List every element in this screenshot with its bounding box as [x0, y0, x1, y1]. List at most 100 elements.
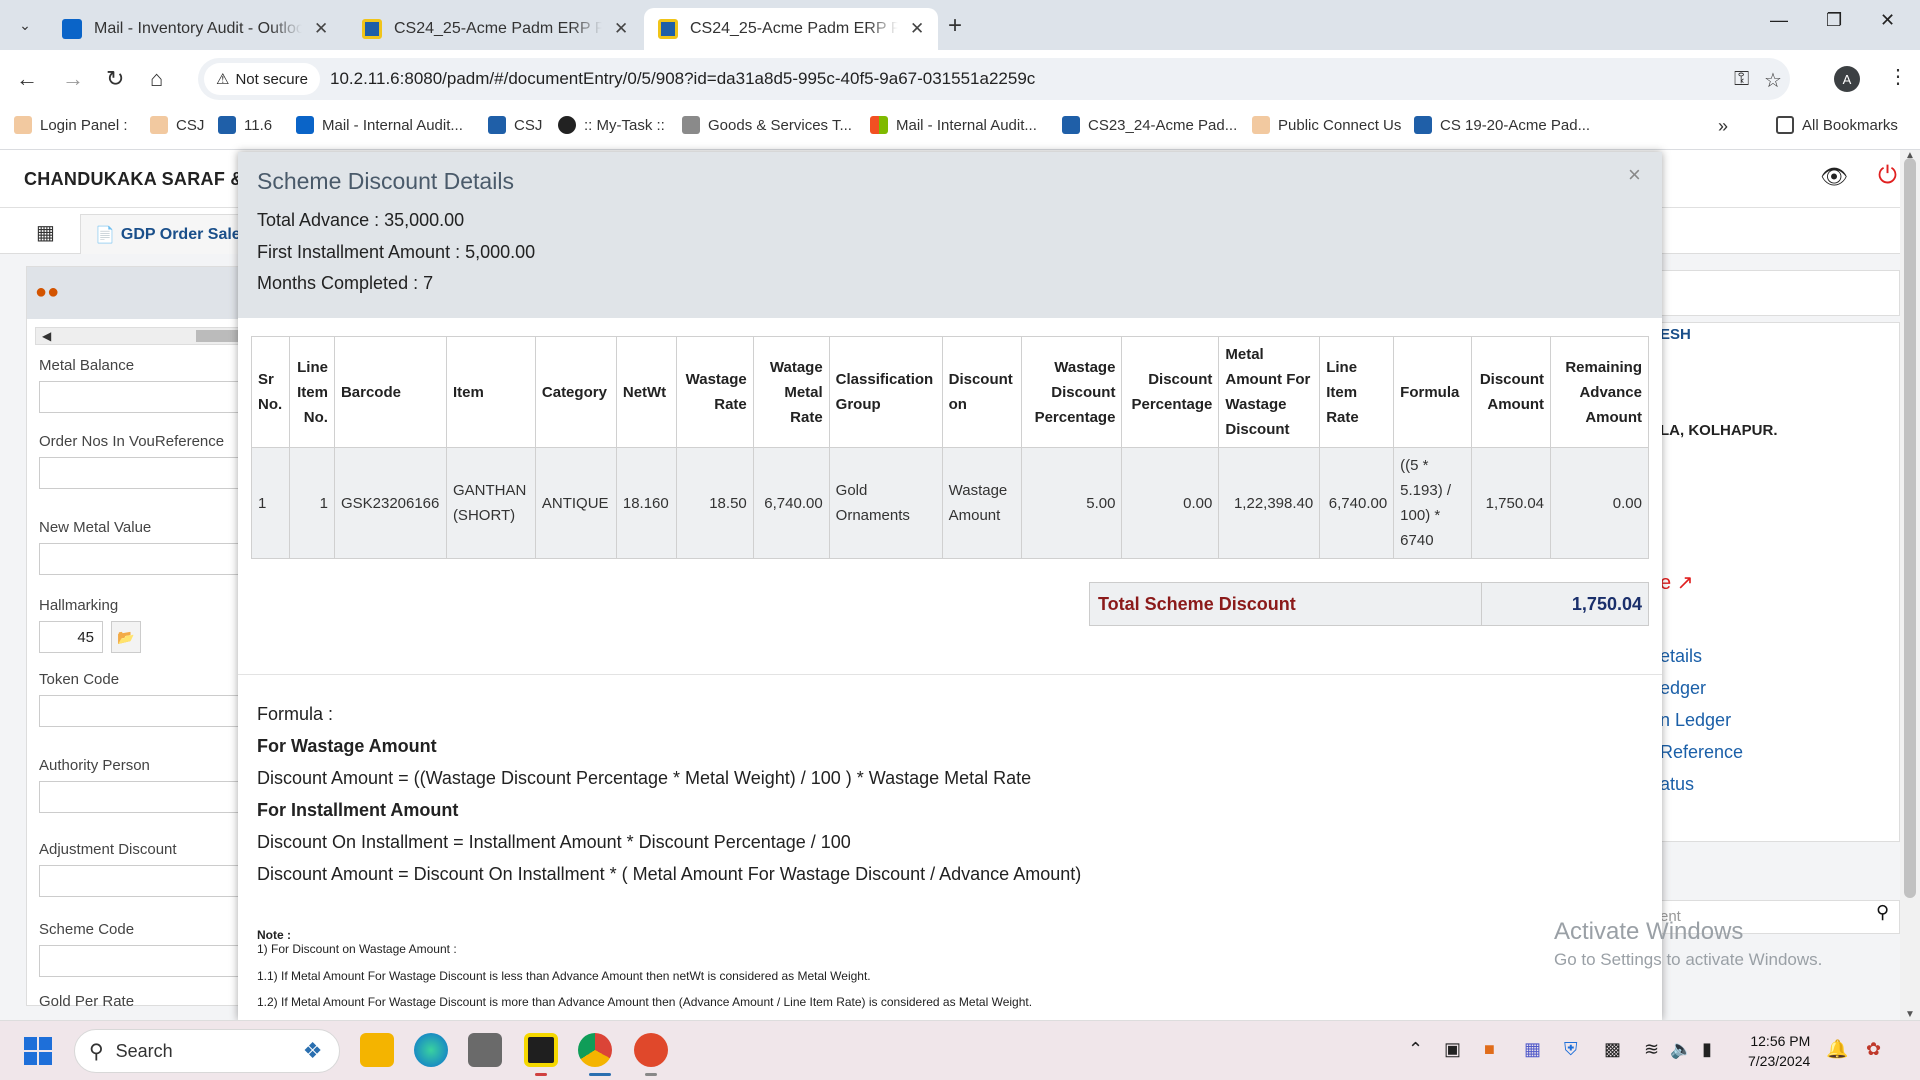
- hallmarking-input[interactable]: 45: [39, 621, 103, 653]
- close-tab-icon[interactable]: ✕: [910, 19, 924, 39]
- camera-icon[interactable]: [468, 1033, 502, 1067]
- windows-start-icon[interactable]: [24, 1037, 52, 1065]
- taskbar-clock[interactable]: 12:56 PM 7/23/2024: [1748, 1031, 1810, 1071]
- erp-icon: [488, 116, 506, 134]
- outlook-icon: [62, 19, 82, 39]
- token-code-input[interactable]: [39, 695, 265, 727]
- browser-tab-erp-1[interactable]: CS24_25-Acme Padm ERP Platform ✕: [348, 8, 642, 50]
- first-installment: First Installment Amount : 5,000.00: [257, 242, 536, 262]
- scheme-code-input[interactable]: [39, 945, 265, 977]
- bookmark-favicon-icon: [150, 116, 168, 134]
- home-icon[interactable]: ⌂: [150, 66, 163, 92]
- bookmark-item[interactable]: CSJ: [488, 116, 542, 134]
- file-explorer-icon[interactable]: [360, 1033, 394, 1067]
- bookmark-item[interactable]: Login Panel :: [14, 116, 128, 134]
- col-formula: Formula: [1393, 336, 1473, 448]
- notification-bell-icon[interactable]: 🔔: [1826, 1039, 1848, 1060]
- horizontal-scrollbar[interactable]: ◀: [35, 327, 265, 345]
- cell-line-item-rate: 6,740.00: [1319, 447, 1395, 559]
- eye-slash-icon[interactable]: 👁: [1820, 164, 1848, 190]
- months-completed: Months Completed : 7: [257, 273, 434, 293]
- tab-search-chevron-icon[interactable]: ⌄: [10, 10, 40, 40]
- reload-icon[interactable]: ↻: [106, 66, 124, 92]
- scheme-discount-modal: Scheme Discount Details × Total Advance …: [238, 152, 1662, 1020]
- sticky-notes-icon[interactable]: [524, 1033, 558, 1067]
- url-omnibox[interactable]: ⚠ Not secure 10.2.11.6:8080/padm/#/docum…: [198, 58, 1790, 100]
- scroll-left-icon[interactable]: ◀: [42, 329, 51, 343]
- apps-grid-icon[interactable]: ▦: [36, 220, 55, 245]
- minimize-icon[interactable]: —: [1770, 10, 1788, 31]
- authority-person-input[interactable]: [39, 781, 265, 813]
- adjustment-discount-label: Adjustment Discount: [39, 841, 177, 858]
- battery-icon[interactable]: ▮: [1702, 1039, 1712, 1060]
- profile-avatar[interactable]: A: [1834, 66, 1860, 92]
- copilot-icon[interactable]: ✿: [1866, 1039, 1881, 1060]
- restore-icon[interactable]: ❐: [1826, 10, 1842, 31]
- password-key-icon[interactable]: ⚿: [1734, 68, 1749, 91]
- scroll-down-icon[interactable]: ▼: [1905, 1009, 1915, 1020]
- adjustment-discount-input[interactable]: [39, 865, 265, 897]
- link-reference[interactable]: Reference: [1660, 742, 1743, 763]
- new-metal-value-input[interactable]: [39, 543, 265, 575]
- forward-icon[interactable]: →: [62, 66, 84, 92]
- teams-icon[interactable]: ▦: [1524, 1039, 1541, 1060]
- search-icon[interactable]: ⚲: [1876, 902, 1889, 923]
- bookmark-item[interactable]: CS 19-20-Acme Pad...: [1414, 116, 1590, 134]
- activate-windows-watermark: Activate Windows Go to Settings to activ…: [1554, 918, 1823, 969]
- document-icon: 📄: [95, 226, 115, 244]
- active-indicator: [589, 1073, 611, 1076]
- link-metal-ledger[interactable]: n Ledger: [1660, 710, 1731, 731]
- wastage-formula: Discount Amount = ((Wastage Discount Per…: [257, 768, 1032, 788]
- power-icon[interactable]: ⏻: [1878, 162, 1897, 190]
- section-divider: [238, 674, 1662, 675]
- vpn-icon[interactable]: ▩: [1604, 1039, 1621, 1060]
- close-tab-icon[interactable]: ✕: [314, 19, 328, 39]
- link-details[interactable]: etails: [1660, 646, 1702, 667]
- security-chip[interactable]: ⚠ Not secure: [204, 63, 320, 95]
- page-scrollbar-thumb[interactable]: [1904, 158, 1916, 898]
- bookmark-item[interactable]: CSJ: [150, 116, 204, 134]
- browser-tab-outlook[interactable]: Mail - Inventory Audit - Outlook ✕: [48, 8, 342, 50]
- bookmark-item[interactable]: 11.6: [218, 116, 272, 134]
- page-vertical-scrollbar[interactable]: ▲ ▼: [1900, 150, 1920, 1020]
- scheme-discount-table: Sr No. Line Item No. Barcode Item Catego…: [251, 336, 1649, 559]
- back-icon[interactable]: ←: [16, 66, 38, 92]
- cell-watage-metal-rate: 6,740.00: [752, 447, 830, 559]
- chrome-icon[interactable]: [578, 1033, 612, 1067]
- window-close-icon[interactable]: ✕: [1880, 10, 1895, 31]
- link-status[interactable]: atus: [1660, 774, 1694, 795]
- bookmark-item[interactable]: Mail - Internal Audit...: [870, 116, 1037, 134]
- microsoft-icon: [870, 116, 888, 134]
- bookmark-item[interactable]: CS23_24-Acme Pad...: [1062, 116, 1237, 134]
- bookmark-item[interactable]: Public Connect Us: [1252, 116, 1401, 134]
- external-link[interactable]: e ↗: [1660, 570, 1693, 595]
- order-nos-input[interactable]: [39, 457, 265, 489]
- modal-close-icon[interactable]: ×: [1628, 162, 1641, 188]
- wps-office-icon[interactable]: [634, 1033, 668, 1067]
- bookmark-star-icon[interactable]: ☆: [1764, 68, 1782, 93]
- network-drive-icon[interactable]: ▣: [1444, 1039, 1461, 1060]
- volume-icon[interactable]: 🔈: [1670, 1039, 1692, 1060]
- new-tab-icon[interactable]: +: [948, 12, 962, 40]
- bookmark-item[interactable]: Goods & Services T...: [682, 116, 852, 134]
- note-1-1: 1.1) If Metal Amount For Wastage Discoun…: [257, 969, 871, 983]
- edge-icon[interactable]: [414, 1033, 448, 1067]
- close-tab-icon[interactable]: ✕: [614, 19, 628, 39]
- browser-menu-icon[interactable]: ⋮: [1888, 64, 1908, 89]
- more-bookmarks-icon[interactable]: »: [1718, 116, 1728, 137]
- bookmark-item[interactable]: :: My-Task ::: [558, 116, 665, 134]
- link-ledger[interactable]: edger: [1660, 678, 1706, 699]
- security-shield-icon[interactable]: ⛨: [1564, 1039, 1578, 1060]
- browser-tab-erp-active[interactable]: CS24_25-Acme Padm ERP Platform ✕: [644, 8, 939, 50]
- wifi-icon[interactable]: ≋: [1644, 1039, 1659, 1060]
- all-bookmarks[interactable]: All Bookmarks: [1776, 116, 1898, 134]
- tray-chevron-up-icon[interactable]: ⌃: [1408, 1039, 1423, 1060]
- app-tray-icon[interactable]: ■: [1484, 1039, 1495, 1060]
- url-text[interactable]: 10.2.11.6:8080/padm/#/documentEntry/0/5/…: [330, 69, 1035, 89]
- total-scheme-discount: Total Scheme Discount 1,750.04: [1089, 582, 1649, 626]
- folder-open-icon[interactable]: 📂: [111, 621, 141, 653]
- bookmark-item[interactable]: Mail - Internal Audit...: [296, 116, 463, 134]
- metal-balance-input[interactable]: [39, 381, 265, 413]
- col-discount-pct: Discount Percentage: [1121, 336, 1220, 448]
- taskbar-search[interactable]: ⚲ Search ❖: [74, 1029, 340, 1073]
